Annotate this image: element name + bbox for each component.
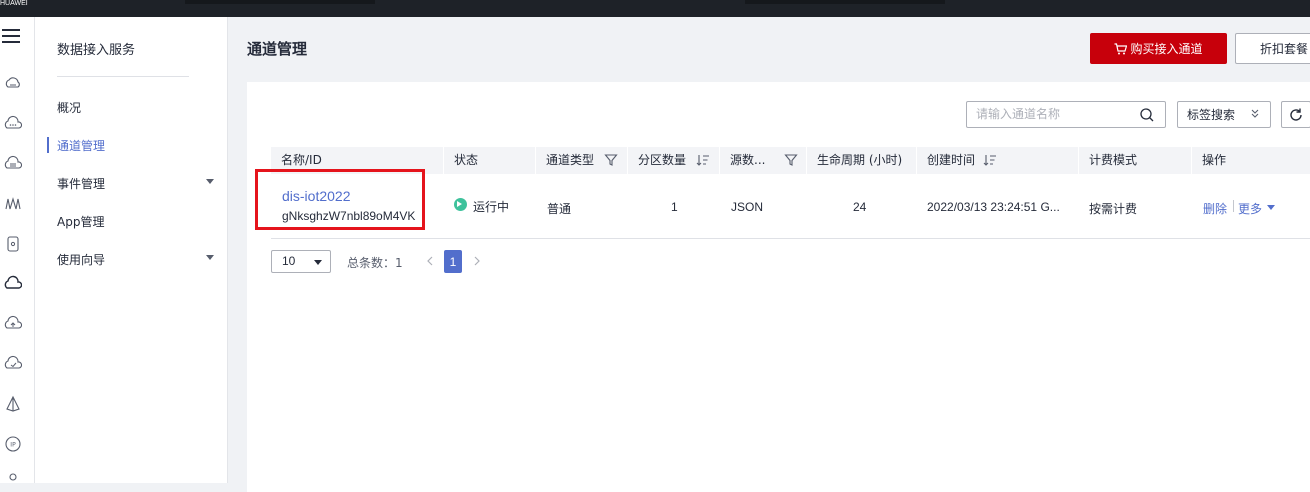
more-link[interactable]: 更多 (1238, 200, 1262, 217)
tag-search-label: 标签搜索 (1187, 108, 1236, 122)
channel-search-input[interactable] (976, 107, 1136, 121)
ip-icon[interactable]: IP (4, 435, 22, 453)
cloud-check-icon[interactable] (4, 355, 22, 373)
column-header-lifecycle: 生命周期 (小时) (807, 147, 916, 174)
chevron-down-icon (314, 260, 322, 265)
cloud-server-icon[interactable] (4, 75, 22, 93)
nav-item-label: 事件管理 (57, 177, 106, 191)
column-header-operations: 操作 (1192, 147, 1310, 174)
column-label: 通道类型 (546, 153, 595, 167)
tag-search-button[interactable]: 标签搜索 (1177, 101, 1271, 128)
column-label: 分区数量 (638, 153, 687, 167)
total-count: 总条数：1 (347, 256, 403, 270)
nav-item-label: 通道管理 (57, 139, 106, 153)
column-header-created[interactable]: 创建时间 (917, 147, 1078, 174)
column-label: 计费模式 (1089, 153, 1138, 167)
row-divider (271, 238, 1310, 239)
nav-divider (57, 76, 189, 77)
discount-package-label: 折扣套餐 (1260, 42, 1309, 56)
created-time: 2022/03/13 23:24:51 G... (927, 200, 1060, 214)
channel-search-box (966, 101, 1166, 128)
buy-channel-label: 购买接入通道 (1130, 42, 1203, 56)
column-header-source[interactable]: 源数... (720, 147, 806, 174)
channel-name-link[interactable]: dis-iot2022 (282, 188, 351, 204)
column-label: 名称/ID (281, 153, 322, 167)
current-page-button[interactable]: 1 (444, 250, 462, 273)
column-label: 生命周期 (小时) (817, 153, 903, 167)
svg-text:IP: IP (10, 442, 16, 449)
hamburger-menu-icon[interactable] (2, 29, 20, 45)
column-header-status: 状态 (444, 147, 535, 174)
next-page-icon[interactable] (471, 252, 483, 270)
chevron-down-icon (206, 255, 214, 260)
nav-item-usage-guide[interactable]: 使用向导 (57, 251, 217, 268)
nav-item-label: App管理 (57, 215, 105, 229)
topbar-block-right (745, 0, 945, 4)
chevron-down-icon (206, 179, 214, 184)
operations-separator (1233, 200, 1234, 212)
service-title: 数据接入服务 (57, 43, 136, 58)
active-indicator (47, 137, 49, 153)
nav-item-label: 使用向导 (57, 253, 106, 267)
prev-page-icon[interactable] (424, 252, 436, 270)
double-chevron-down-icon (1251, 109, 1259, 118)
column-header-type[interactable]: 通道类型 (536, 147, 627, 174)
column-label: 操作 (1202, 153, 1227, 167)
side-navigation: 数据接入服务 概况 通道管理 事件管理 App管理 使用向导 (35, 17, 228, 483)
sort-icon[interactable] (696, 153, 710, 167)
nav-item-channel-management[interactable]: 通道管理 (57, 137, 217, 154)
location-icon[interactable] (4, 469, 22, 487)
sort-icon[interactable] (983, 153, 997, 167)
column-header-billing: 计费模式 (1079, 147, 1191, 174)
cloud-outline-icon[interactable] (4, 275, 22, 293)
refresh-icon (1290, 108, 1302, 121)
filter-icon[interactable] (604, 153, 618, 167)
cloud-upload-icon[interactable] (4, 315, 22, 333)
topbar-block-left (185, 0, 375, 4)
cloud-database-icon[interactable] (4, 155, 22, 173)
search-icon[interactable] (1139, 107, 1155, 123)
nav-item-overview[interactable]: 概况 (57, 99, 217, 116)
page-title: 通道管理 (247, 40, 308, 58)
pyramid-icon[interactable] (4, 395, 22, 413)
cart-icon (1114, 42, 1128, 54)
chevron-down-icon[interactable] (1267, 205, 1275, 210)
column-label: 状态 (454, 153, 479, 167)
device-icon[interactable] (4, 235, 22, 253)
nav-item-label: 概况 (57, 101, 82, 115)
buy-channel-button[interactable]: 购买接入通道 (1090, 33, 1227, 64)
partition-count: 1 (671, 200, 678, 214)
network-wave-icon[interactable] (4, 195, 22, 213)
brand-logo: HUAWEI (0, 0, 28, 7)
column-header-partitions[interactable]: 分区数量 (628, 147, 719, 174)
status-running-icon (454, 198, 467, 211)
page-size-select[interactable]: 10 (271, 250, 331, 273)
source-type: JSON (731, 200, 764, 214)
status-text: 运行中 (473, 200, 510, 214)
channel-list-card (247, 82, 1310, 492)
refresh-button[interactable] (1281, 101, 1310, 128)
page-size-value: 10 (282, 254, 296, 268)
discount-package-button[interactable]: 折扣套餐 (1235, 33, 1310, 64)
billing-mode: 按需计费 (1089, 202, 1138, 216)
column-label: 源数... (730, 153, 766, 167)
lifecycle-hours: 24 (853, 200, 867, 214)
column-label: 创建时间 (927, 153, 976, 167)
nav-item-event-management[interactable]: 事件管理 (57, 175, 217, 192)
filter-icon[interactable] (784, 153, 798, 167)
cloud-dots-icon[interactable] (4, 115, 22, 133)
delete-link[interactable]: 删除 (1203, 200, 1227, 217)
nav-item-app-management[interactable]: App管理 (57, 213, 217, 230)
top-bar: HUAWEI (0, 0, 1310, 17)
service-icon-rail: IP (0, 17, 35, 483)
channel-id: gNksghzW7nbl89oM4VK (282, 209, 416, 223)
table-header: 名称/ID 状态 通道类型 分区数量 源数... 生命周期 (小时) 创建时间 … (271, 147, 1310, 174)
channel-type: 普通 (547, 202, 572, 216)
